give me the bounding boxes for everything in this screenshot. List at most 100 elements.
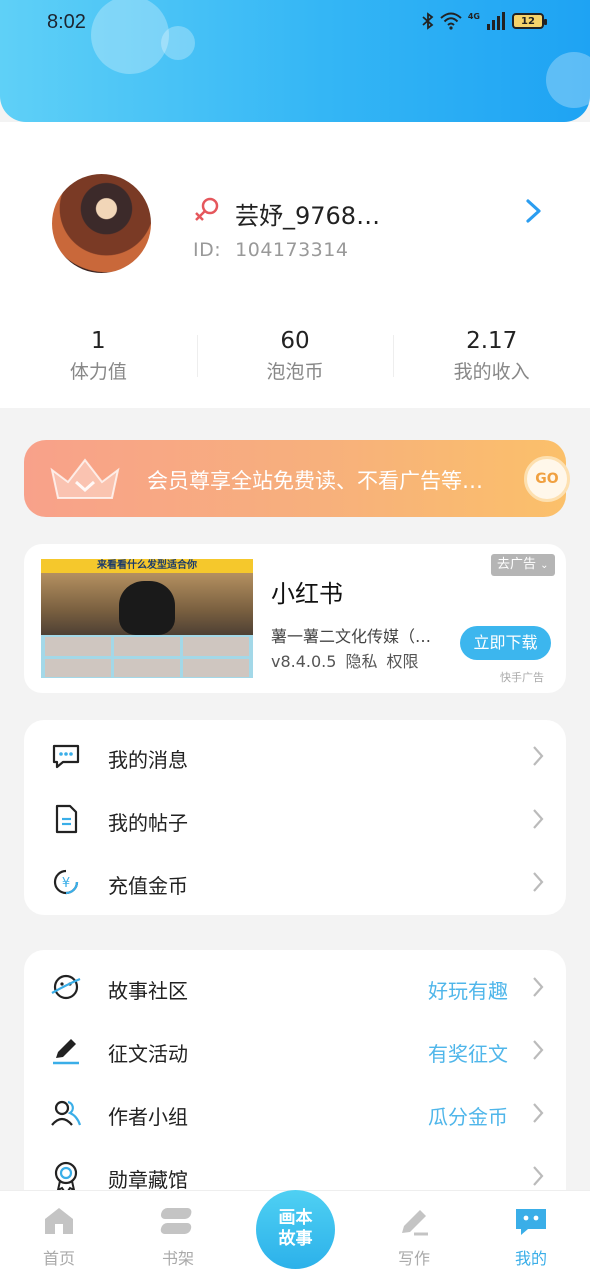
vip-banner[interactable]: 会员尊享全站免费读、不看广告等… GO [24,440,570,517]
profile-section: 芸妤_9768… ID: 104173314 1 体力值 60 泡泡币 2.17 … [0,122,590,408]
menu-item-label: 勋章藏馆 [108,1168,188,1192]
chevron-right-icon[interactable] [520,196,546,226]
vip-go-button[interactable]: GO [524,456,570,502]
chevron-right-icon [533,872,544,892]
decor-bubble [546,52,590,108]
ad-privacy-link[interactable]: 隐私 [345,652,377,671]
write-icon [402,1210,428,1236]
stat-bubble-coins[interactable]: 60 泡泡币 [196,327,394,387]
menu-item-hint: 有奖征文 [428,1042,508,1066]
ad-image-thumb [183,658,249,677]
planet-icon [51,974,81,1000]
menu-item-story-community[interactable]: 故事社区 好玩有趣 [24,955,566,1018]
tab-bookshelf[interactable]: 书架 [138,1205,218,1269]
user-id-label: ID: [193,239,222,261]
menu-item-label: 充值金币 [108,874,188,898]
menu-item-posts[interactable]: 我的帖子 [24,787,566,850]
menu-item-hint: 瓜分金币 [428,1105,508,1129]
battery-icon: 12 [512,13,547,29]
stat-value: 60 [280,328,310,354]
signal-icon [487,12,505,30]
pen-icon [53,1039,79,1065]
ad-image-thumb [183,637,249,656]
message-icon [52,744,80,769]
stat-label: 泡泡币 [266,361,324,383]
status-icons: 4G 12 [422,11,547,30]
stat-label: 体力值 [69,361,127,383]
ad-meta: v8.4.0.5 隐私 权限 [271,648,418,672]
chevron-right-icon [533,1040,544,1060]
menu-item-label: 我的帖子 [108,811,188,835]
ad-image-thumb [114,658,180,677]
ad-image-thumb [45,637,111,656]
mine-icon [516,1209,546,1235]
ad-card[interactable]: 来看看什么发型适合你 小红书 薯一薯二文化传媒（… v8.4.0.5 隐私 权限 去… [24,544,566,693]
stat-value: 1 [91,328,106,354]
bluetooth-icon [422,12,434,30]
menu-item-label: 我的消息 [108,748,188,772]
menu-item-hint: 好玩有趣 [428,979,508,1003]
user-id-value: 104173314 [235,239,349,261]
picture-story-button[interactable]: 画本 故事 [256,1190,335,1269]
tab-mine[interactable]: 我的 [491,1205,571,1269]
chevron-right-icon [533,1103,544,1123]
tab-home[interactable]: 首页 [19,1205,99,1269]
vip-banner-text: 会员尊享全站免费读、不看广告等… [147,469,483,493]
svg-text:¥: ¥ [62,876,70,891]
menu-item-author-group[interactable]: 作者小组 瓜分金币 [24,1081,566,1144]
network-type: 4G [467,11,480,21]
ad-company: 薯一薯二文化传媒（… [271,627,432,646]
tab-label: 书架 [161,1249,194,1268]
tab-label: 首页 [42,1249,75,1268]
stats-row: 1 体力值 60 泡泡币 2.17 我的收入 [0,327,590,387]
stat-value: 2.17 [466,328,518,354]
ad-permission-link[interactable]: 权限 [386,652,418,671]
medal-icon [54,1161,78,1192]
ad-image[interactable]: 来看看什么发型适合你 [41,559,253,678]
chevron-right-icon [533,746,544,766]
battery-level: 12 [521,15,535,27]
document-icon [55,804,78,834]
wifi-icon [440,12,462,30]
stat-income[interactable]: 2.17 我的收入 [393,327,590,387]
ad-source: 快手广告 [500,671,544,684]
menu-item-label: 作者小组 [108,1105,188,1129]
user-id: ID: 104173314 [193,239,348,261]
female-gender-icon [195,197,219,221]
chevron-down-icon: ⌄ [540,560,549,571]
ad-title: 小红书 [271,580,343,608]
ad-download-button[interactable]: 立即下载 [460,626,551,660]
crown-icon [50,458,120,499]
ad-image-grid [45,637,249,677]
avatar[interactable] [52,174,151,273]
menu-item-recharge[interactable]: ¥ 充值金币 [24,850,566,913]
menu-item-label: 故事社区 [108,979,188,1003]
yuan-coin-icon: ¥ [53,869,79,895]
stat-label: 我的收入 [453,361,530,383]
remove-ad-label: 去广告 [497,557,537,572]
bookshelf-icon [160,1208,192,1234]
tab-write[interactable]: 写作 [374,1205,454,1269]
ad-image-thumb [114,637,180,656]
chevron-right-icon [533,1166,544,1186]
ad-version: v8.4.0.5 [271,652,337,671]
status-bar: 8:02 4G 12 [0,0,590,46]
username: 芸妤_9768… [235,202,381,230]
chevron-right-icon [533,977,544,997]
home-icon [45,1208,73,1234]
center-button-line1: 画本 [278,1208,313,1228]
tab-label: 写作 [397,1249,430,1268]
chevron-right-icon [533,809,544,829]
menu-item-writing-contest[interactable]: 征文活动 有奖征文 [24,1018,566,1081]
remove-ad-button[interactable]: 去广告 ⌄ [491,554,555,576]
menu-item-messages[interactable]: 我的消息 [24,724,566,787]
menu-item-label: 征文活动 [108,1042,188,1066]
ad-image-hair [119,581,175,635]
status-time: 8:02 [47,11,86,33]
menu-card-primary: 我的消息 我的帖子 ¥ 充值金币 [24,720,566,915]
ad-image-banner: 来看看什么发型适合你 [41,559,253,573]
ad-image-thumb [45,658,111,677]
center-button-line2: 故事 [278,1229,313,1249]
tab-label: 我的 [514,1249,547,1268]
stat-stamina[interactable]: 1 体力值 [0,327,197,387]
